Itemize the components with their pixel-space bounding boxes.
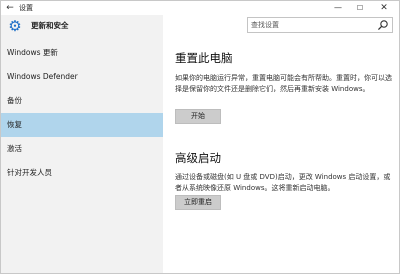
restart-now-button[interactable]: 立即重启 <box>175 195 221 210</box>
main-content: 重置此电脑 如果你的电脑运行异常，重置电脑可能会有所帮助。重置时，你可以选择是保… <box>163 15 399 273</box>
sidebar-item-recovery[interactable]: 恢复 <box>1 113 163 137</box>
sidebar: ⚙ 更新和安全 Windows 更新 Windows Defender 备份 恢… <box>1 15 163 273</box>
sidebar-item-for-developers[interactable]: 针对开发人员 <box>1 161 163 185</box>
sidebar-item-windows-update[interactable]: Windows 更新 <box>1 41 163 65</box>
minimize-button[interactable]: — <box>329 1 347 15</box>
sidebar-header: ⚙ 更新和安全 <box>1 15 163 39</box>
reset-pc-description: 如果你的电脑运行异常，重置电脑可能会有所帮助。重置时，你可以选择是保留你的文件还… <box>175 74 392 93</box>
get-started-button[interactable]: 开始 <box>175 109 221 124</box>
window-title: 设置 <box>19 4 33 12</box>
settings-window: ← 设置 — ☐ ✕ ⚙ 更新和安全 Windows 更新 Windows De… <box>0 0 400 274</box>
section-title: 更新和安全 <box>31 21 69 30</box>
back-button[interactable]: ← <box>4 2 16 14</box>
gear-icon: ⚙ <box>8 17 22 35</box>
search-icon[interactable] <box>377 19 389 31</box>
sidebar-item-activation[interactable]: 激活 <box>1 137 163 161</box>
close-button[interactable]: ✕ <box>375 1 393 15</box>
sidebar-item-windows-defender[interactable]: Windows Defender <box>1 65 163 89</box>
advanced-startup-heading: 高级启动 <box>175 151 221 165</box>
reset-pc-heading: 重置此电脑 <box>175 51 233 65</box>
advanced-startup-description: 通过设备或磁盘(如 U 盘或 DVD)启动，更改 Windows 启动设置，或者… <box>175 173 391 192</box>
search-box[interactable] <box>247 17 393 33</box>
maximize-button[interactable]: ☐ <box>351 1 369 15</box>
sidebar-item-backup[interactable]: 备份 <box>1 89 163 113</box>
title-bar: ← 设置 — ☐ ✕ <box>1 1 399 15</box>
search-input[interactable] <box>251 19 371 31</box>
